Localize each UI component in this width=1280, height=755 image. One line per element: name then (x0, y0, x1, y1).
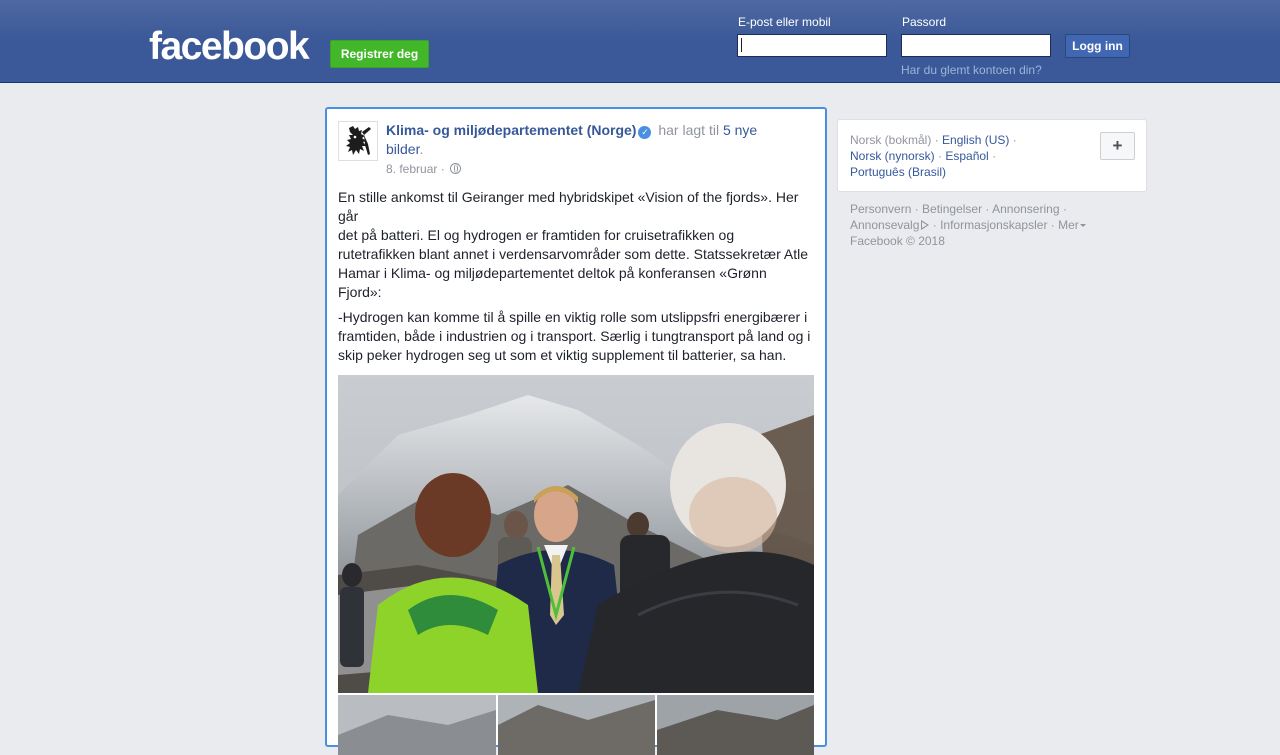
register-button[interactable]: Registrer deg (330, 40, 429, 68)
current-language: Norsk (bokmål) (850, 133, 932, 147)
footer-link-more[interactable]: Mer (1058, 218, 1079, 232)
post-paragraph: -Hydrogen kan komme til å spille en vikt… (338, 309, 811, 363)
language-option[interactable]: Español (945, 149, 988, 163)
text-caret (741, 38, 742, 52)
globe-icon[interactable] (450, 163, 462, 174)
email-label: E-post eller mobil (738, 15, 831, 29)
post-date-link[interactable]: 8. februar (386, 162, 437, 176)
page-avatar[interactable] (338, 121, 378, 161)
verified-check-icon: ✓ (638, 126, 652, 139)
password-input[interactable] (901, 34, 1051, 57)
login-button[interactable]: Logg inn (1065, 34, 1130, 58)
language-selector-box: Norsk (bokmål) · English (US) · Norsk (n… (837, 119, 1147, 192)
fjord-people-photo (338, 375, 814, 693)
norwegian-lion-emblem-icon (346, 126, 371, 155)
post-action-text: har lagt til (658, 122, 720, 138)
language-list: Norsk (bokmål) · English (US) · Norsk (n… (850, 133, 1017, 179)
facebook-logo[interactable]: facebook (149, 24, 310, 70)
add-language-button[interactable]: + (1100, 132, 1135, 160)
fjord-thumbnail-photo (498, 695, 655, 755)
top-bar: facebook Registrer deg E-post eller mobi… (0, 0, 1280, 83)
footer-links: Personvern · Betingelser · Annonsering ·… (850, 201, 1110, 249)
language-option[interactable]: English (US) (942, 133, 1009, 147)
post-thumbnail[interactable] (498, 695, 655, 755)
post-body: En stille ankomst til Geiranger med hybr… (338, 188, 814, 371)
fjord-thumbnail-photo (657, 695, 814, 755)
email-input[interactable] (737, 34, 887, 57)
footer-link-terms[interactable]: Betingelser (922, 202, 982, 216)
post-paragraph: det på batteri. El og hydrogen er framti… (338, 227, 809, 300)
post-thumbnail[interactable] (338, 695, 496, 755)
copyright: Facebook © 2018 (850, 234, 945, 248)
post-main-photo[interactable] (338, 375, 814, 693)
date-separator: · (440, 162, 445, 176)
post-paragraph: En stille ankomst til Geiranger med hybr… (338, 189, 799, 224)
password-label: Passord (902, 15, 947, 29)
footer-link-advertising[interactable]: Annonsering (992, 202, 1059, 216)
language-option[interactable]: Norsk (nynorsk) (850, 149, 935, 163)
post-action-end: . (419, 141, 424, 157)
forgot-account-link[interactable]: Har du glemt kontoen din? (901, 63, 1042, 77)
footer-link-adchoices[interactable]: Annonsevalg (850, 218, 919, 232)
footer-link-cookies[interactable]: Informasjonskapsler (940, 218, 1047, 232)
page-name-link[interactable]: Klima- og miljødepartementet (Norge) (386, 122, 636, 138)
footer-link-privacy[interactable]: Personvern (850, 202, 911, 216)
fjord-thumbnail-photo (338, 695, 496, 755)
post-header: Klima- og miljødepartementet (Norge) ✓ ha… (386, 121, 786, 159)
post-thumbnail[interactable] (657, 695, 814, 755)
post-card: Klima- og miljødepartementet (Norge) ✓ ha… (325, 107, 827, 755)
adchoices-icon (921, 220, 930, 230)
language-option[interactable]: Português (Brasil) (850, 165, 946, 179)
post-timestamp: 8. februar · (386, 162, 462, 176)
chevron-down-icon (1079, 224, 1086, 227)
